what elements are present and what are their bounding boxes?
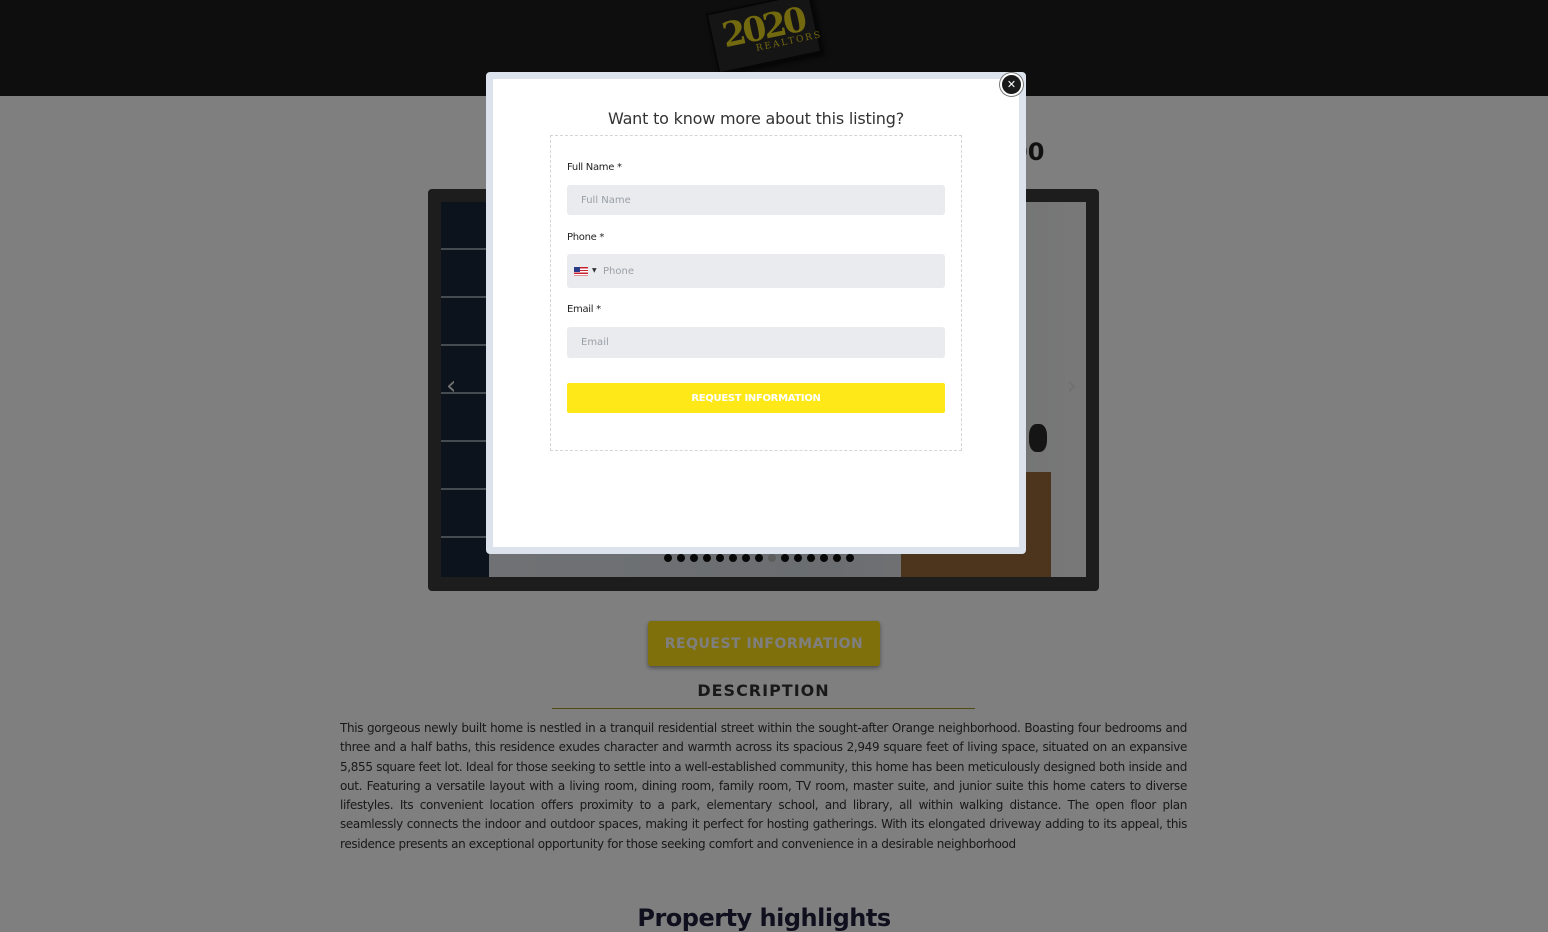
full-name-input[interactable] [567,185,945,215]
modal-title: Want to know more about this listing? [607,109,904,128]
phone-field: ▼ [567,254,945,288]
close-icon[interactable]: ✕ [1000,73,1023,96]
modal-content: Want to know more about this listing? Fu… [493,79,1019,547]
submit-request-button[interactable]: REQUEST INFORMATION [567,383,945,413]
request-form: Full Name * Phone * ▼ Email * REQUEST IN… [550,135,962,451]
chevron-down-icon[interactable]: ▼ [592,264,597,278]
phone-label: Phone * [567,232,605,243]
request-info-modal: Want to know more about this listing? Fu… [486,72,1026,554]
full-name-label: Full Name * [567,162,622,173]
phone-input[interactable] [603,254,943,288]
email-label: Email * [567,304,601,315]
email-input[interactable] [567,327,945,358]
us-flag-icon[interactable] [574,267,588,276]
